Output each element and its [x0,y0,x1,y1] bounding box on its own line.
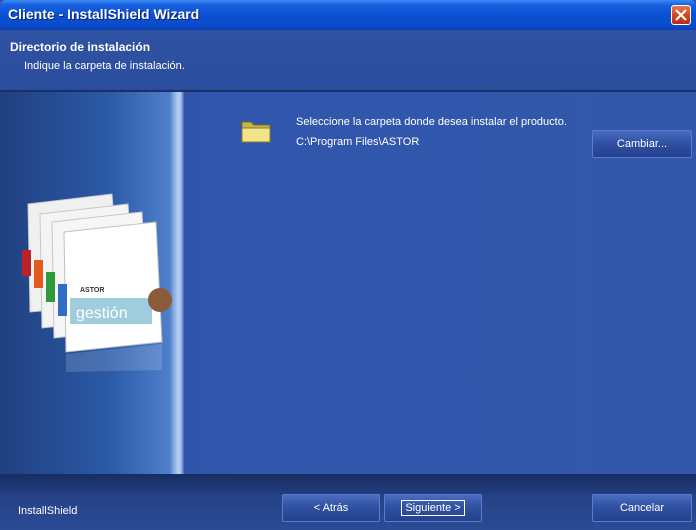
close-icon [675,9,687,21]
instruction-text: Seleccione la carpeta donde desea instal… [296,116,567,128]
main-panel: ASTOR gestión Seleccione la carpeta dond… [0,92,696,474]
back-button[interactable]: < Atrás [282,494,380,522]
close-button[interactable] [671,5,691,25]
cancel-button[interactable]: Cancelar [592,494,692,522]
title-bar[interactable]: Cliente - InstallShield Wizard [0,0,696,30]
header-subtitle: Indique la carpeta de instalación. [24,60,185,72]
window-title: Cliente - InstallShield Wizard [8,6,200,22]
next-button[interactable]: Siguiente > [384,494,482,522]
change-button[interactable]: Cambiar... [592,130,692,158]
footer-band [0,474,696,494]
next-button-label: Siguiente > [401,500,465,516]
installer-window: Cliente - InstallShield Wizard Directori… [0,0,696,530]
product-boxes-image: ASTOR gestión [22,193,172,372]
product-name-label: gestión [76,305,128,322]
product-brand-label: ASTOR [80,287,104,294]
header-title: Directorio de instalación [10,40,151,54]
install-path: C:\Program Files\ASTOR [296,136,420,148]
folder-icon [241,121,271,143]
installshield-brand: InstallShield [18,505,78,517]
wizard-header: Directorio de instalación Indique la car… [0,30,696,90]
